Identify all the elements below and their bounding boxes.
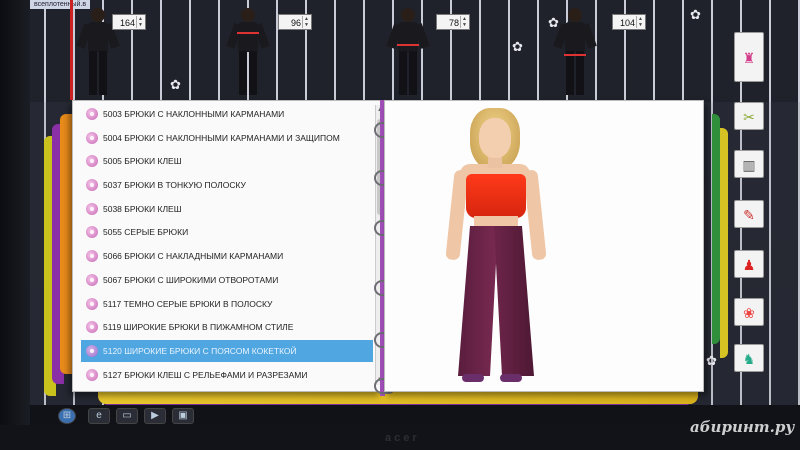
flower-bullet-icon [86,108,98,120]
preview-top [466,174,526,218]
folder-icon[interactable]: ▭ [116,408,138,424]
model-waist[interactable] [386,8,430,96]
list-item[interactable]: 5055 СЕРЫЕ БРЮКИ [81,221,373,243]
gear-icon: ✿ [512,39,523,54]
height-guide-line [70,0,73,100]
item-label: 5120 ШИРОКИЕ БРЮКИ С ПОЯСОМ КОКЕТКОЙ [103,345,297,356]
catalog-book: 5003 БРЮКИ С НАКЛОННЫМИ КАРМАНАМИ 5004 Б… [62,100,712,410]
list-item[interactable]: 5038 БРЮКИ КЛЕШ [81,198,373,220]
list-item[interactable]: 5127 БРЮКИ КЛЕШ С РЕЛЬЕФАМИ И РАЗРЕЗАМИ [81,364,373,386]
screen: всеплотенный.в 164 ▲ ▼ 96 ▲ ▼ 78 ▲ ▼ 104 ▲ ▼… [0,0,800,450]
monitor-brand-logo: acer [385,432,420,444]
model-hips[interactable] [553,8,597,96]
media-player-icon[interactable]: ▶ [144,408,166,424]
dress-form-icon[interactable]: ♜ [734,32,764,82]
pattern-book-icon[interactable]: ▥ [734,150,764,178]
list-item[interactable]: 5005 БРЮКИ КЛЕШ [81,150,373,172]
item-label: 5005 БРЮКИ КЛЕШ [103,156,182,167]
item-label: 5127 БРЮКИ КЛЕШ С РЕЛЬЕФАМИ И РАЗРЕЗАМИ [103,369,308,380]
item-label: 5119 ШИРОКИЕ БРЮКИ В ПИЖАМНОМ СТИЛЕ [103,322,294,333]
flower-bullet-icon [86,321,98,334]
pattern-list: 5003 БРЮКИ С НАКЛОННЫМИ КАРМАНАМИ 5004 Б… [81,103,373,388]
item-label: 5066 БРЮКИ С НАКЛАДНЫМИ КАРМАНАМИ [103,251,284,262]
browser-icon[interactable]: e [88,408,110,424]
waist-value: 78 [448,18,459,28]
catalog-page: 5003 БРЮКИ С НАКЛОННЫМИ КАРМАНАМИ 5004 Б… [72,100,384,392]
watermark: абиринт.ру [690,418,795,436]
item-label: 5003 БРЮКИ С НАКЛОННЫМИ КАРМАНАМИ [103,109,285,119]
list-item[interactable]: 5066 БРЮКИ С НАКЛАДНЫМИ КАРМАНАМИ [81,245,373,267]
chest-value: 96 [290,18,301,28]
book-tab-yellow-right [720,128,728,358]
hips-stepper[interactable]: 104 ▲ ▼ [612,14,646,30]
flower-bullet-icon [86,344,98,357]
height-value: 164 [119,18,135,28]
flower-bullet-icon [86,131,98,144]
waist-stepper[interactable]: 78 ▲ ▼ [436,14,470,30]
flower-bullet-icon [86,155,98,168]
start-button-icon[interactable]: ⊞ [58,408,76,424]
list-item[interactable]: 5003 БРЮКИ С НАКЛОННЫМИ КАРМАНАМИ [81,103,373,125]
book-tab-green [712,114,720,344]
chest-stepper[interactable]: 96 ▲ ▼ [278,14,312,30]
stepper-arrows-icon[interactable]: ▲ ▼ [636,16,644,28]
item-label: 5117 ТЕМНО СЕРЫЕ БРЮКИ В ПОЛОСКУ [103,298,273,309]
flower-bullet-icon [86,250,98,263]
gear-icon: ✿ [690,7,701,22]
flower-bullet-icon [86,226,98,239]
height-stepper[interactable]: 164 ▲ ▼ [112,14,146,30]
flower-bullet-icon [86,368,98,381]
book-edge-yellow [98,390,698,404]
os-taskbar: ⊞ e ▭ ▶ ▣ [30,405,800,427]
paint-bucket-icon[interactable]: ♟ [734,250,764,278]
color-palette-icon[interactable]: ❀ [734,298,764,326]
flower-bullet-icon [86,273,98,286]
flower-bullet-icon [86,202,98,215]
garment-preview-figure [440,108,560,388]
list-item[interactable]: 5117 ТЕМНО СЕРЫЕ БРЮКИ В ПОЛОСКУ [81,293,373,315]
item-label: 5055 СЕРЫЕ БРЮКИ [103,227,189,238]
stepper-arrows-icon[interactable]: ▲ ▼ [136,16,144,28]
list-item-selected[interactable]: 5120 ШИРОКИЕ БРЮКИ С ПОЯСОМ КОКЕТКОЙ [81,339,373,362]
stepper-arrows-icon[interactable]: ▲ ▼ [302,16,310,28]
hips-value: 104 [619,18,635,28]
list-item[interactable]: 5037 БРЮКИ В ТОНКУЮ ПОЛОСКУ [81,174,373,196]
stepper-arrows-icon[interactable]: ▲ ▼ [460,16,468,28]
sewing-machine-icon[interactable]: ♞ [734,344,764,372]
list-item[interactable]: 5004 БРЮКИ С НАКЛОННЫМИ КАРМАНАМИ И ЗАЩИ… [81,127,373,149]
list-item[interactable]: 5067 БРЮКИ С ШИРОКИМИ ОТВОРОТАМИ [81,269,373,291]
item-label: 5067 БРЮКИ С ШИРОКИМИ ОТВОРОТАМИ [103,274,279,285]
tool-sidebar: ♜ ✂ ▥ ✎ ♟ ❀ ♞ [734,32,774,382]
flower-bullet-icon [86,297,98,310]
pencil-icon[interactable]: ✎ [734,200,764,228]
item-label: 5037 БРЮКИ В ТОНКУЮ ПОЛОСКУ [103,180,246,191]
item-label: 5038 БРЮКИ КЛЕШ [103,203,182,214]
app-window-icon[interactable]: ▣ [172,408,194,424]
item-label: 5004 БРЮКИ С НАКЛОННЫМИ КАРМАНАМИ И ЗАЩИ… [103,132,340,143]
list-item[interactable]: 5119 ШИРОКИЕ БРЮКИ В ПИЖАМНОМ СТИЛЕ [81,316,373,338]
preview-trousers [458,226,498,376]
gear-icon: ✿ [170,77,181,92]
model-chest[interactable] [226,8,270,96]
flower-bullet-icon [86,179,98,192]
scissors-icon[interactable]: ✂ [734,102,764,130]
monitor-bezel-left [0,0,30,450]
gear-icon: ✿ [548,15,559,30]
